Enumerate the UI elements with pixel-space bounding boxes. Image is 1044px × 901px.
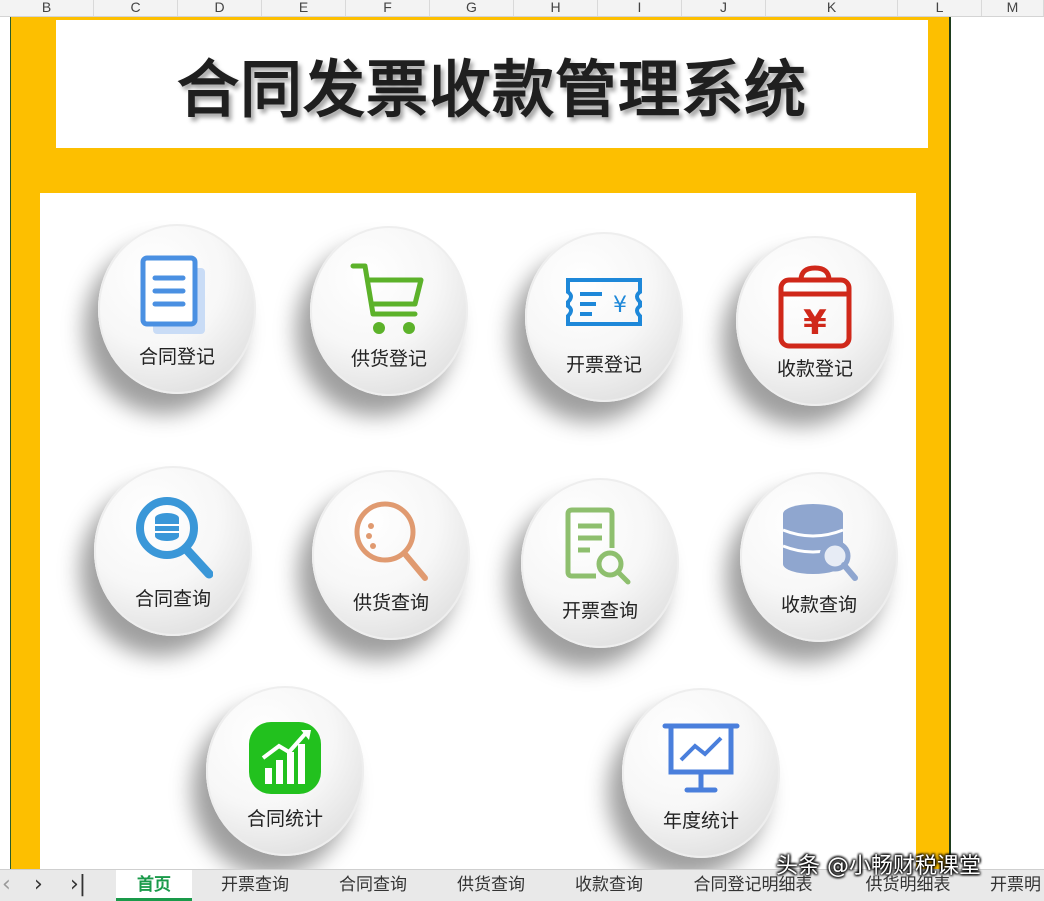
invoice-query-label: 开票查询 — [561, 600, 638, 622]
shopping-cart-icon — [349, 252, 429, 342]
money-bag-icon: ¥ — [775, 262, 855, 352]
tab-supply-query[interactable]: 供货查询 — [442, 870, 540, 901]
supply-query-button[interactable]: 供货查询 — [312, 470, 470, 640]
svg-text:¥: ¥ — [613, 293, 627, 318]
watermark: 头条 @小畅财税课堂 — [776, 854, 981, 879]
contract-statistics-label: 合同统计 — [246, 808, 323, 830]
payment-query-label: 收款查询 — [780, 594, 857, 616]
column-header[interactable]: I — [598, 0, 682, 16]
column-header[interactable]: C — [94, 0, 178, 16]
column-header[interactable]: J — [682, 0, 766, 16]
contract-query-label: 合同查询 — [134, 588, 211, 610]
column-header[interactable]: L — [898, 0, 982, 16]
contract-doc-icon — [137, 250, 217, 340]
column-header[interactable]: M — [982, 0, 1044, 16]
magnifier-icon — [351, 496, 431, 586]
invoice-register-button[interactable]: ¥ 开票登记 — [525, 232, 683, 402]
column-header[interactable]: K — [766, 0, 898, 16]
payment-query-button[interactable]: 收款查询 — [740, 472, 898, 642]
tab-payment-query[interactable]: 收款查询 — [560, 870, 658, 901]
payment-register-label: 收款登记 — [776, 358, 853, 380]
tab-invoice-query[interactable]: 开票查询 — [206, 870, 304, 901]
annual-statistics-label: 年度统计 — [662, 810, 739, 832]
contract-register-button[interactable]: 合同登记 — [98, 224, 256, 394]
tab-contract-query[interactable]: 合同查询 — [324, 870, 422, 901]
invoice-ticket-icon: ¥ — [564, 258, 644, 348]
invoice-register-label: 开票登记 — [565, 354, 642, 376]
annual-statistics-button[interactable]: 年度统计 — [622, 688, 780, 858]
column-header-bar: B C D E F G H I J K L M — [0, 0, 1044, 17]
supply-register-label: 供货登记 — [350, 348, 427, 370]
contract-query-button[interactable]: 合同查询 — [94, 466, 252, 636]
column-header[interactable]: E — [262, 0, 346, 16]
contract-register-label: 合同登记 — [138, 346, 215, 368]
contract-statistics-button[interactable]: 合同统计 — [206, 686, 364, 856]
page-title: 合同发票收款管理系统 — [176, 53, 807, 126]
scroll-first-icon[interactable]: ‹ — [2, 870, 11, 901]
column-header[interactable]: F — [346, 0, 430, 16]
invoice-query-button[interactable]: 开票查询 — [521, 478, 679, 648]
column-header[interactable]: G — [430, 0, 514, 16]
database-search-icon — [779, 498, 859, 588]
tab-home[interactable]: 首页 — [116, 870, 192, 901]
magnifier-database-icon — [133, 492, 213, 582]
presentation-board-icon — [661, 714, 741, 804]
sheet-right-border — [949, 17, 951, 869]
column-header[interactable]: B — [0, 0, 94, 16]
supply-query-label: 供货查询 — [352, 592, 429, 614]
document-search-icon — [560, 504, 640, 594]
payment-register-button[interactable]: ¥ 收款登记 — [736, 236, 894, 406]
title-banner: 合同发票收款管理系统 — [56, 20, 928, 148]
svg-text:¥: ¥ — [803, 303, 827, 343]
supply-register-button[interactable]: 供货登记 — [310, 226, 468, 396]
column-header[interactable]: H — [514, 0, 598, 16]
column-header[interactable]: D — [178, 0, 262, 16]
scroll-last-icon[interactable]: ›| — [70, 870, 86, 901]
tab-invoice-detail[interactable]: 开票明 — [990, 870, 1044, 901]
scroll-next-icon[interactable]: › — [34, 870, 43, 901]
growth-chart-icon — [245, 712, 325, 802]
